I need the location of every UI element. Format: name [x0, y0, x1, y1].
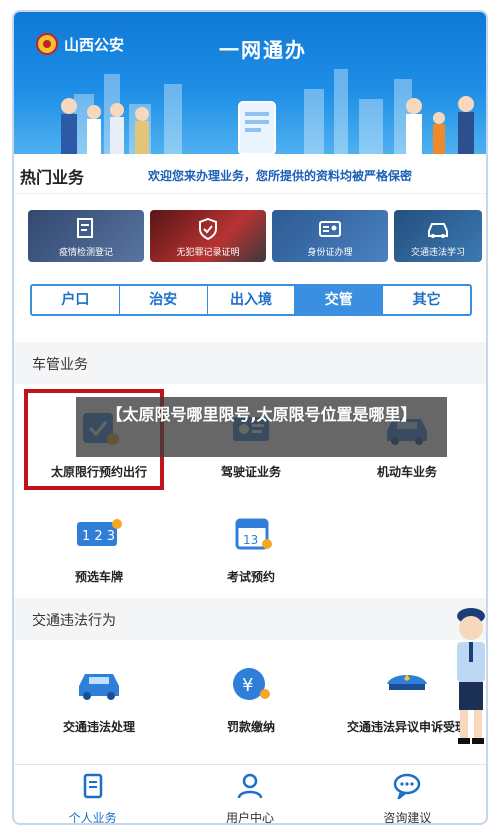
banner: 山西公安 一网通办	[14, 12, 486, 154]
bottom-nav: 个人业务 用户中心 咨询建议	[14, 764, 486, 825]
card-label: 无犯罪记录证明	[176, 248, 240, 258]
section-header-vehicle: 车管业务	[14, 342, 486, 384]
tab-public-security[interactable]: 治安	[120, 286, 208, 314]
police-badge-icon	[36, 33, 58, 55]
card-traffic-study[interactable]: 交通违法学习	[394, 210, 482, 262]
tab-other[interactable]: 其它	[383, 286, 470, 314]
service-label: 交通违法处理	[62, 720, 135, 734]
police-logo: 山西公安	[36, 33, 124, 55]
card-label: 疫情检测登记	[58, 248, 113, 258]
calendar-icon: 13	[235, 518, 272, 550]
car-violation-icon	[79, 674, 119, 700]
org-name: 山西公安	[64, 35, 125, 54]
svg-text:13: 13	[243, 533, 258, 547]
document-edit-icon	[77, 218, 93, 238]
tab-exit-entry[interactable]: 出入境	[208, 286, 296, 314]
service-violation-handling[interactable]: 交通违法处理	[34, 662, 164, 735]
overlay-caption: 【太原限号哪里限号,太原限号位置是哪里】	[76, 397, 447, 457]
document-icon	[83, 773, 102, 799]
id-card-icon	[319, 221, 341, 237]
svg-text:1 2 3: 1 2 3	[82, 529, 115, 544]
service-label: 预选车牌	[74, 570, 123, 584]
card-label: 交通违法学习	[410, 248, 465, 258]
category-tabs: 户口 治安 出入境 交管 其它	[30, 284, 472, 316]
hot-service-cards: 疫情检测登记 无犯罪记录证明 身份证办理 交通违法学习	[28, 210, 482, 262]
tab-traffic[interactable]: 交管	[295, 286, 384, 314]
card-epidemic-registration[interactable]: 疫情检测登记	[28, 210, 144, 262]
car-icon	[428, 223, 448, 238]
tab-hukou[interactable]: 户口	[32, 286, 120, 314]
chat-bubble-icon	[394, 773, 421, 802]
service-label: 驾驶证业务	[220, 465, 281, 479]
card-no-criminal-record[interactable]: 无犯罪记录证明	[150, 210, 266, 262]
service-label: 罚款缴纳	[226, 720, 275, 734]
hot-services-title: 热门业务	[20, 168, 85, 187]
svg-text:¥: ¥	[242, 675, 253, 696]
police-officer-illustration	[457, 608, 485, 744]
nav-consultation[interactable]: 咨询建议	[329, 765, 486, 825]
nav-user-center[interactable]: 用户中心	[171, 765, 328, 825]
nav-personal-business[interactable]: 个人业务	[14, 765, 171, 825]
hot-services-header: 热门业务 欢迎您来办理业务，您所提供的资料均被严格保密	[14, 154, 486, 194]
service-exam-booking[interactable]: 13 考试预约	[186, 512, 316, 585]
phone-frame: 山西公安 一网通办 热门业务 欢迎您来办理业务，您所提供的资料均被严格保密 疫情…	[12, 10, 488, 825]
police-cap-icon	[387, 674, 427, 690]
people-illustration	[61, 96, 474, 154]
section-title: 车管业务	[32, 357, 88, 373]
license-plate-icon: 1 2 3	[77, 519, 122, 546]
nav-label: 个人业务	[68, 811, 117, 825]
nav-label: 用户中心	[225, 811, 274, 825]
service-plate-selection[interactable]: 1 2 3 预选车牌	[34, 512, 164, 585]
card-id-card[interactable]: 身份证办理	[272, 210, 388, 262]
section-title: 交通违法行为	[32, 613, 116, 629]
service-label: 考试预约	[226, 570, 275, 584]
privacy-note: 欢迎您来办理业务，您所提供的资料均被严格保密	[148, 169, 413, 183]
user-icon	[237, 773, 263, 799]
service-label: 机动车业务	[376, 465, 437, 479]
banner-title: 一网通办	[219, 38, 307, 62]
yuan-coin-icon: ¥	[233, 668, 270, 700]
nav-label: 咨询建议	[383, 811, 432, 825]
shield-check-icon	[199, 217, 217, 241]
service-fine-payment[interactable]: ¥ 罚款缴纳	[186, 662, 316, 735]
section-header-violation: 交通违法行为	[14, 598, 486, 640]
card-label: 身份证办理	[307, 248, 353, 258]
